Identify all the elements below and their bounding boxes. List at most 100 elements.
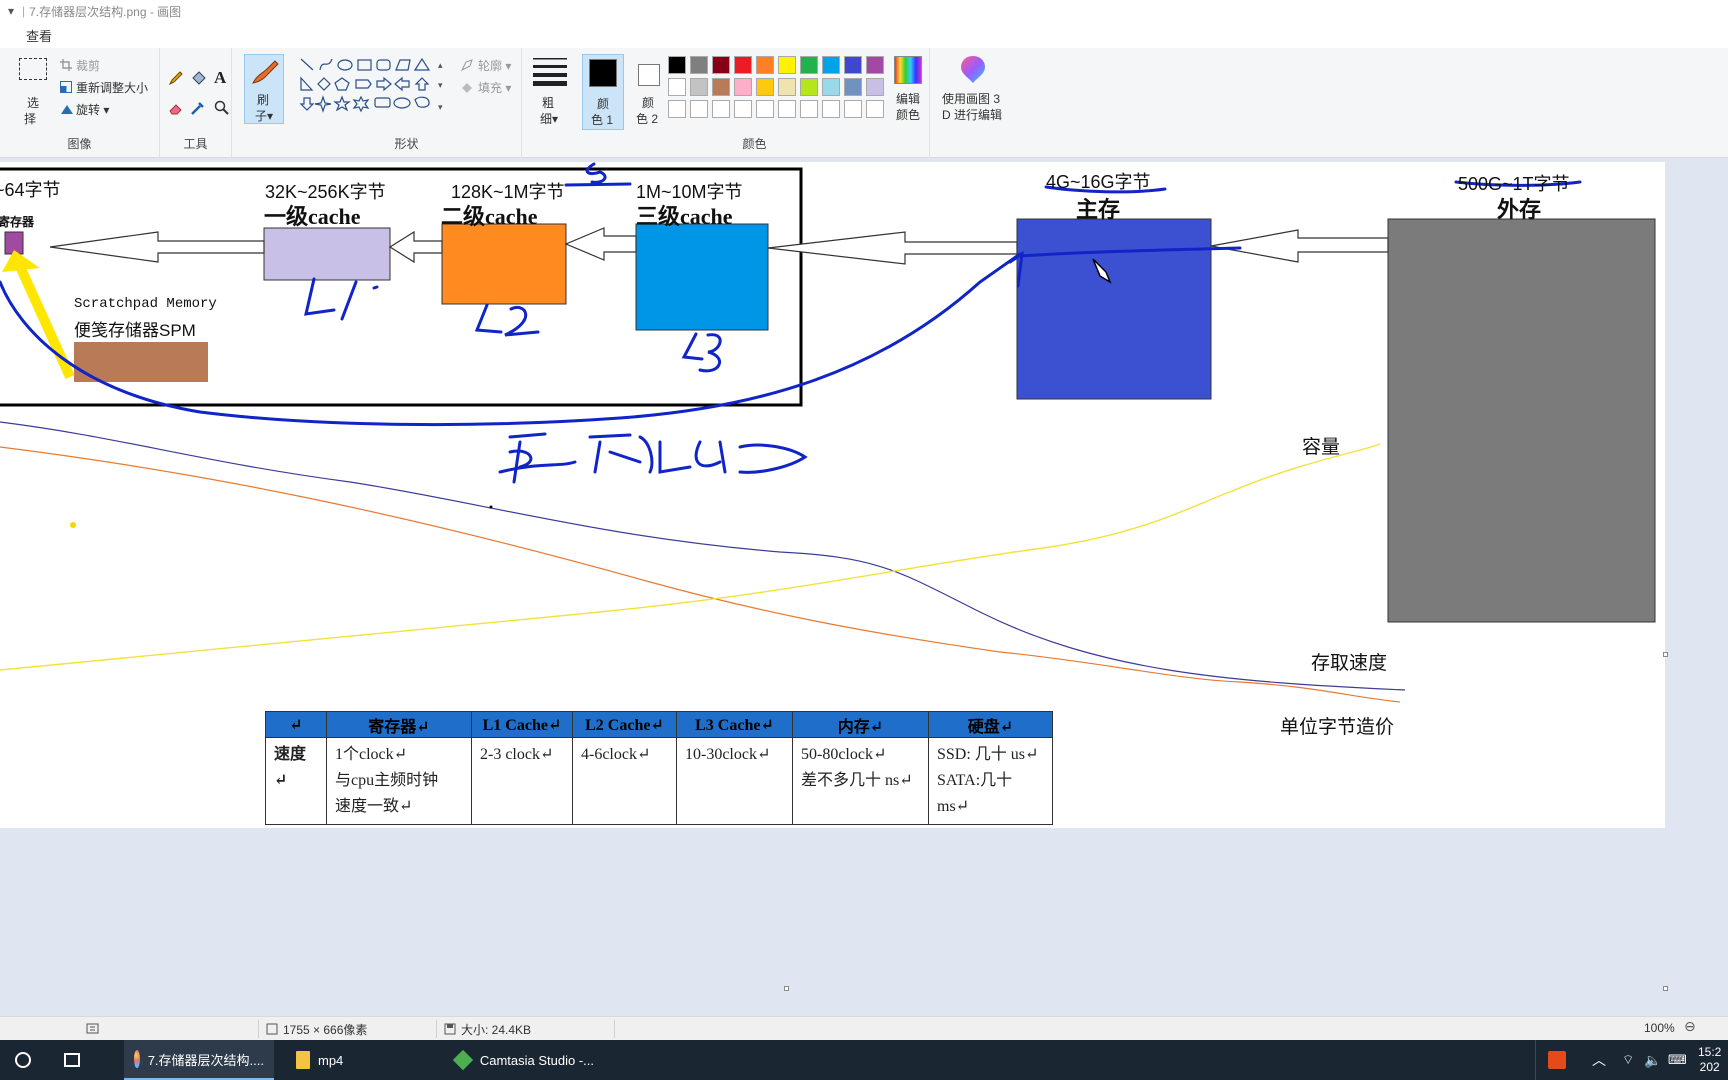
color2-label-2: 色 2 [636, 112, 659, 126]
palette-swatch[interactable] [778, 100, 796, 118]
network-icon[interactable]: ⌔ [1622, 1040, 1634, 1080]
register-speed-line-3: 速度一致↵ [335, 798, 413, 815]
palette-swatch[interactable] [734, 56, 752, 74]
table-header-disk: 硬盘↵ [928, 711, 1053, 738]
palette-swatch[interactable] [690, 78, 708, 96]
spm-english-label: Scratchpad Memory [74, 296, 217, 312]
outline-button[interactable]: 轮廓 ▾ [460, 56, 522, 74]
external-storage-box [1387, 218, 1656, 623]
rotate-button[interactable]: 旋转 ▾ [60, 100, 150, 118]
palette-swatch[interactable] [756, 56, 774, 74]
paint3d-button[interactable]: 使用画图 3 D 进行编辑 [938, 54, 1008, 130]
resize-button[interactable]: 重新调整大小 [60, 78, 160, 96]
size-label-2: 细▾ [540, 112, 559, 126]
palette-swatch[interactable] [668, 78, 686, 96]
main-memory-bytes-label: 4G~16G字节 [1046, 172, 1151, 192]
cursor-position-icon [86, 1023, 99, 1034]
canvas-resize-handle-bottom[interactable] [784, 986, 789, 991]
palette-swatch[interactable] [734, 100, 752, 118]
status-bar: 1755 × 666像素 大小: 24.4KB 100% ⊖ [0, 1016, 1728, 1040]
palette-swatch[interactable] [756, 78, 774, 96]
table-header-l3: L3 Cache↵ [676, 711, 793, 738]
size-button[interactable]: 粗 细▾ [528, 54, 572, 126]
color2-button[interactable]: 颜 色 2 [628, 54, 670, 130]
camtasia-icon [452, 1049, 474, 1071]
taskbar-app-paint[interactable]: 7.存储器层次结构.... [124, 1040, 274, 1080]
brush-label-2: 子▾ [255, 109, 274, 123]
arrow-l2-to-l1 [388, 230, 443, 264]
taskbar-app-camtasia[interactable]: Camtasia Studio -... [444, 1040, 604, 1080]
fill-bucket-icon[interactable] [190, 70, 206, 86]
color1-label-1: 颜 [597, 97, 610, 111]
select-label-1: 选 [27, 96, 40, 110]
palette-swatch[interactable] [712, 56, 730, 74]
edit-colors-button[interactable]: 编辑 颜色 [886, 54, 930, 130]
fill-button[interactable]: 填充 ▾ [460, 78, 522, 96]
magnifier-icon[interactable] [214, 100, 230, 116]
zoom-out-icon[interactable]: ⊖ [1684, 1018, 1696, 1035]
external-storage-title: 外存 [1497, 197, 1542, 222]
palette-swatch[interactable] [712, 78, 730, 96]
l3-cache-box [635, 223, 769, 331]
color1-button[interactable]: 颜 色 1 [582, 54, 624, 130]
palette-swatch[interactable] [822, 78, 840, 96]
ribbon: 选 择 裁剪 重新调整大小 旋转 ▾ 图像 A 工具 刷 子▾ ▴ ▾ ▾ 轮廓… [0, 48, 1728, 158]
select-label-2: 择 [24, 112, 37, 126]
volume-icon[interactable]: 🔈 [1644, 1040, 1661, 1080]
fill-icon [462, 83, 472, 93]
palette-swatch[interactable] [690, 100, 708, 118]
color-picker-icon[interactable] [190, 100, 206, 116]
palette-swatch[interactable] [734, 78, 752, 96]
quick-access-toolbar-arrow[interactable]: ▾ [4, 4, 18, 18]
palette-swatch[interactable] [690, 56, 708, 74]
search-button[interactable] [0, 1040, 46, 1080]
palette-swatch[interactable] [668, 56, 686, 74]
table-header-l2: L2 Cache↵ [572, 711, 677, 738]
input-method-icon[interactable] [1548, 1051, 1566, 1069]
palette-swatch[interactable] [822, 100, 840, 118]
color2-label-1: 颜 [642, 96, 655, 110]
tab-view[interactable]: 查看 [26, 26, 52, 45]
palette-swatch[interactable] [866, 100, 884, 118]
tray-expand-icon[interactable]: ︿ [1592, 1040, 1606, 1080]
pencil-icon[interactable] [168, 70, 184, 86]
clock[interactable]: 15:2 202 [1698, 1040, 1721, 1080]
palette-swatch[interactable] [866, 78, 884, 96]
drawing-canvas[interactable]: ~64字节 寄存器 32K~256K字节 一级cache 128K~1M字节 二… [0, 162, 1665, 828]
canvas-resize-handle-corner[interactable] [1663, 986, 1668, 991]
clock-date: 202 [1699, 1060, 1720, 1074]
palette-swatch[interactable] [778, 78, 796, 96]
paint3d-label-2: D 进行编辑 [942, 108, 1003, 122]
l2-title: 二级cache [441, 204, 538, 229]
palette-swatch[interactable] [712, 100, 730, 118]
shapes-gallery[interactable]: ▴ ▾ ▾ [298, 56, 448, 118]
arrow-l3-to-l2 [564, 227, 637, 261]
task-view-button[interactable] [52, 1040, 92, 1080]
palette-swatch[interactable] [866, 56, 884, 74]
brush-button[interactable]: 刷 子▾ [244, 54, 284, 124]
select-button[interactable]: 选 择 [14, 56, 54, 126]
palette-swatch[interactable] [822, 56, 840, 74]
crop-button[interactable]: 裁剪 [60, 56, 150, 74]
taskbar-app-folder[interactable]: mp4 [286, 1040, 416, 1080]
palette-swatch[interactable] [800, 78, 818, 96]
memory-speed-line-1: 50-80clock↵ [801, 746, 887, 763]
pen-cursor-icon [1092, 258, 1112, 284]
keyboard-icon[interactable]: ⌨ [1668, 1040, 1687, 1080]
palette-swatch[interactable] [756, 100, 774, 118]
size-label-1: 粗 [542, 96, 555, 110]
canvas-resize-handle-right[interactable] [1663, 652, 1668, 657]
palette-swatch[interactable] [668, 100, 686, 118]
palette-swatch[interactable] [844, 100, 862, 118]
eraser-icon[interactable] [168, 100, 184, 116]
palette-swatch[interactable] [800, 100, 818, 118]
palette-swatch[interactable] [778, 56, 796, 74]
search-circle-icon [15, 1052, 31, 1068]
group-label-colors: 颜色 [742, 137, 767, 151]
main-memory-title: 主存 [1076, 197, 1121, 222]
image-size-icon [266, 1023, 278, 1035]
palette-swatch[interactable] [844, 56, 862, 74]
text-tool-icon[interactable]: A [214, 68, 226, 88]
palette-swatch[interactable] [800, 56, 818, 74]
palette-swatch[interactable] [844, 78, 862, 96]
